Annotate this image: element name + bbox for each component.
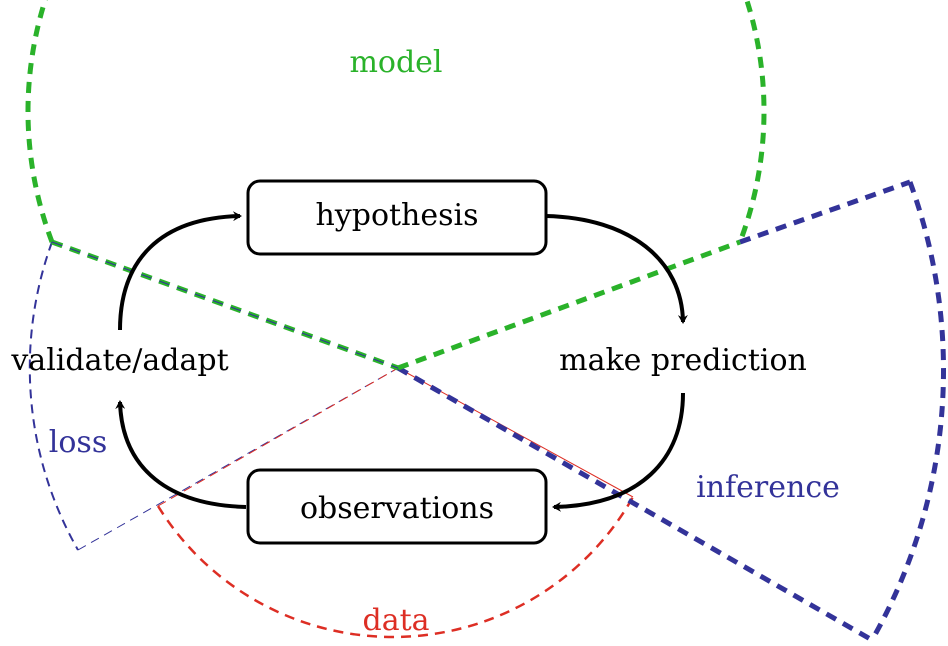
- arrow-validate-to-hypothesis: [118, 211, 242, 331]
- node-observations-label: observations: [300, 491, 494, 526]
- scientific-cycle-diagram: hypothesis observations make prediction …: [10, 0, 946, 643]
- region-label-model: model: [349, 45, 442, 80]
- node-make-prediction-label: make prediction: [559, 343, 807, 378]
- region-label-data: data: [362, 603, 429, 638]
- inference-edge-top: [739, 179, 911, 245]
- node-hypothesis: hypothesis: [246, 179, 548, 256]
- inference-arc: [869, 181, 946, 642]
- loss-arc: [28, 241, 79, 551]
- node-validate-adapt-label: validate/adapt: [10, 343, 228, 378]
- node-hypothesis-label: hypothesis: [315, 198, 478, 233]
- region-label-inference: inference: [696, 470, 840, 505]
- region-label-loss: loss: [49, 425, 107, 460]
- arrow-observations-to-validate: [115, 400, 247, 509]
- arrow-prediction-to-observations: [552, 392, 685, 512]
- node-observations: observations: [246, 468, 548, 545]
